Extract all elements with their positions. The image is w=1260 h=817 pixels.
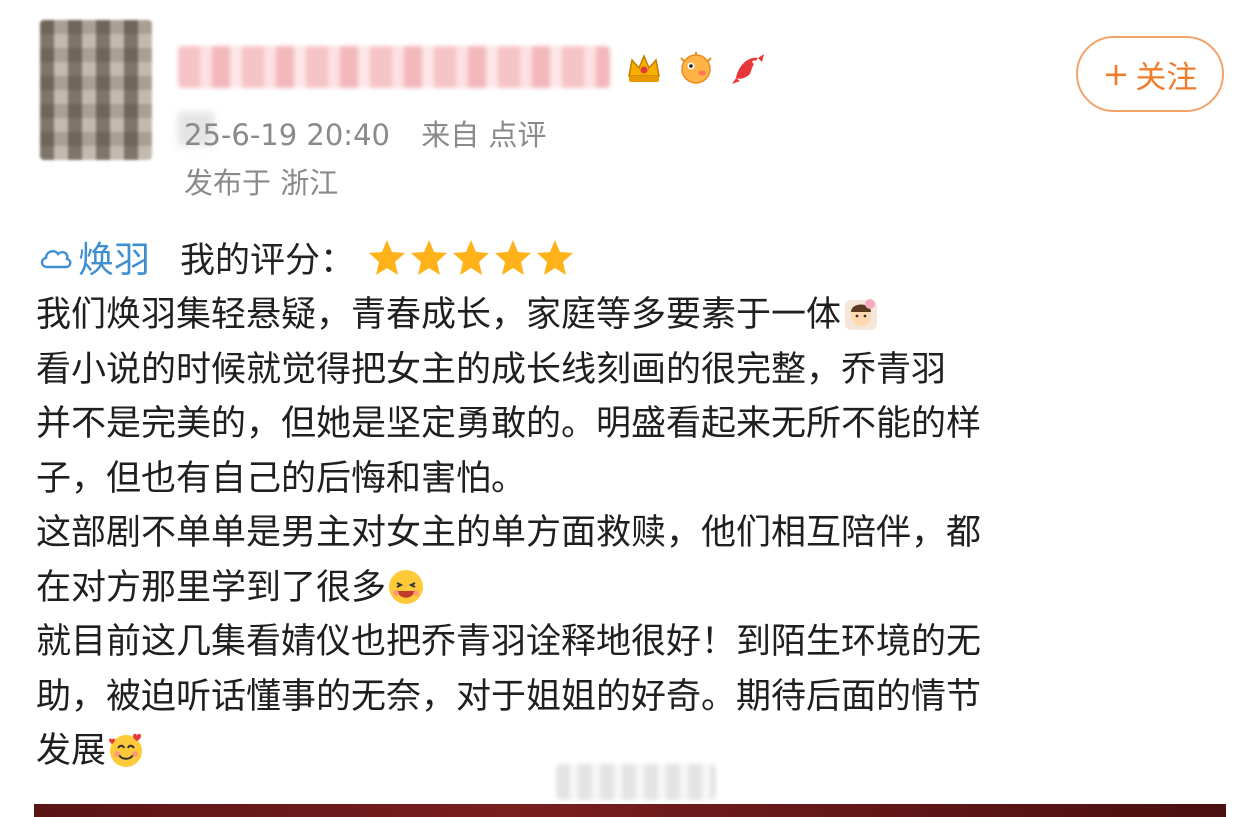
- star-icon: [495, 240, 532, 275]
- watermark-blurred: [556, 764, 716, 800]
- cloud-icon: [40, 250, 72, 269]
- post-location: 发布于 浙江: [184, 166, 339, 200]
- review-line: 在对方那里学到了很多: [36, 561, 1226, 616]
- smiling-hearts-emoji-icon: [109, 733, 143, 767]
- star-icon: [411, 240, 448, 275]
- star-rating: [367, 237, 575, 277]
- star-icon: [369, 240, 406, 275]
- review-line: 这部剧不单单是男主对女主的单方面救赎，他们相互陪伴，都: [36, 513, 982, 553]
- star-icon: [537, 240, 574, 275]
- username-blurred[interactable]: [178, 46, 610, 88]
- rating-row: 焕羽 我的评分：: [38, 232, 575, 282]
- review-line: 就目前这几集看婧仪也把乔青羽诠释地很好！到陌生环境的无: [36, 622, 982, 662]
- meta-row: 25-6-19 20:40 来自 点评: [184, 112, 546, 154]
- star-icon: [453, 240, 490, 275]
- plus-icon: +: [1102, 55, 1130, 93]
- grin-emoji-icon: [389, 569, 424, 604]
- post-source: 来自 点评: [421, 118, 547, 152]
- bride-emoji-icon: [845, 299, 878, 330]
- drama-name: 焕羽: [78, 240, 151, 281]
- post-datetime: 25-6-19 20:40: [184, 118, 390, 152]
- follow-label: 关注: [1135, 59, 1198, 96]
- review-line: 子，但也有自己的后悔和害怕。: [36, 458, 527, 499]
- review-line: 我们焕羽集轻悬疑，青春成长，家庭等多要素于一体: [36, 288, 1226, 343]
- avatar[interactable]: [40, 20, 152, 160]
- crown-badge-icon: [624, 48, 664, 88]
- review-line: 看小说的时候就觉得把女主的成长线刻画的很完整，乔青羽: [36, 349, 947, 390]
- review-line: 并不是完美的，但她是坚定勇敢的。明盛看起来无所不能的样: [36, 404, 982, 444]
- koi-badge-icon: [728, 48, 768, 88]
- rating-label: 我的评分：: [180, 240, 356, 281]
- image-preview-edge[interactable]: [34, 804, 1226, 817]
- review-line: 助，被迫听话懂事的无奈，对于姐姐的好奇。期待后面的情节: [36, 676, 982, 717]
- pufferfish-badge-icon: [676, 48, 716, 88]
- review-body: 我们焕羽集轻悬疑，青春成长，家庭等多要素于一体 看小说的时候就觉得把女主的成长线…: [36, 288, 1226, 779]
- drama-link[interactable]: 焕羽: [38, 231, 150, 283]
- follow-button[interactable]: + 关注: [1076, 36, 1224, 112]
